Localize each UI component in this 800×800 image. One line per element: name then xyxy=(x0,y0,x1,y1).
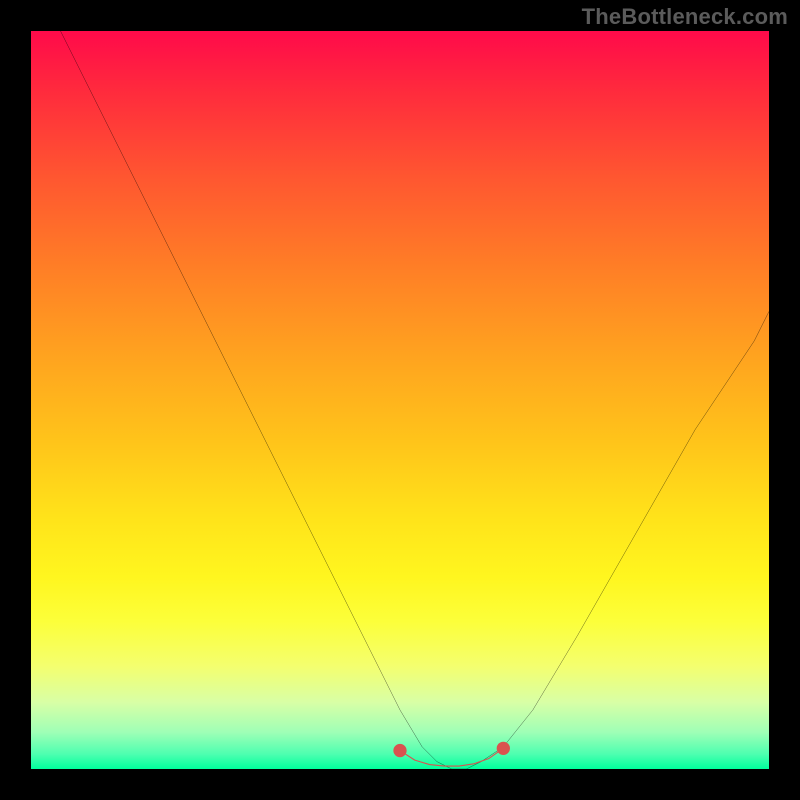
chart-overlay xyxy=(31,31,769,769)
red-endpoint-left xyxy=(393,744,406,757)
red-endpoint-right xyxy=(497,742,510,755)
plot-area xyxy=(31,31,769,769)
watermark: TheBottleneck.com xyxy=(582,4,788,30)
black-curve-path xyxy=(61,31,769,769)
chart-root: TheBottleneck.com xyxy=(0,0,800,800)
